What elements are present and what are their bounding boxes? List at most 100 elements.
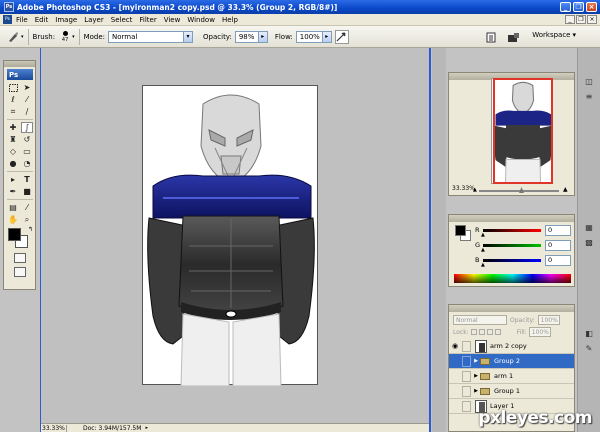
lock-position-icon[interactable] <box>486 329 493 335</box>
tool-preset-dropdown-icon[interactable]: ▾ <box>21 34 24 40</box>
doc-close-button[interactable]: × <box>587 15 597 24</box>
foreground-color-swatch[interactable] <box>8 228 21 241</box>
layer-link-box[interactable] <box>462 385 471 397</box>
doc-restore-button[interactable]: ❐ <box>576 15 586 24</box>
gradient-tool-icon[interactable]: ▭ <box>21 146 33 157</box>
brush-picker[interactable]: 47 <box>58 29 72 45</box>
history-brush-tool-icon[interactable]: ↺ <box>21 134 33 145</box>
brush-tool-preset-icon[interactable] <box>6 30 20 44</box>
workspace-button[interactable]: Workspace ▾ <box>532 31 576 39</box>
document-icon[interactable]: Ps <box>3 15 12 24</box>
eye-icon[interactable]: ◉ <box>449 342 461 350</box>
expand-triangle-icon[interactable]: ▶ <box>472 388 480 394</box>
close-button[interactable]: × <box>586 2 597 12</box>
navigator-tab-icon[interactable]: ◫ <box>583 76 596 87</box>
document-canvas[interactable] <box>142 85 318 387</box>
channels-tab-icon[interactable]: ◧ <box>583 328 596 339</box>
color-panel-foreground-swatch[interactable] <box>455 225 466 236</box>
opacity-field[interactable]: 98% ▸ <box>234 30 268 43</box>
layer-row-group-1[interactable]: ▶ Group 1 <box>449 384 574 399</box>
zoom-out-icon[interactable]: ▲ <box>473 187 477 193</box>
brush-tool-icon[interactable]: ∫ <box>21 122 33 133</box>
blur-tool-icon[interactable]: ● <box>7 158 19 169</box>
red-channel-value[interactable]: 0 <box>545 224 571 236</box>
menu-filter[interactable]: Filter <box>139 16 156 24</box>
type-tool-icon[interactable]: T <box>21 174 33 185</box>
expand-triangle-icon[interactable]: ▶ <box>472 373 480 379</box>
history-tab-icon[interactable]: ≡ <box>583 91 596 102</box>
blue-channel-value[interactable]: 0 <box>545 254 571 266</box>
layer-row-group-2[interactable]: ▶ Group 2 <box>449 354 574 369</box>
status-menu-icon[interactable]: ▸ <box>145 425 148 431</box>
swap-colors-icon[interactable]: ↰ <box>28 226 33 233</box>
fill-value[interactable]: 100% <box>528 327 551 337</box>
menu-view[interactable]: View <box>164 16 181 24</box>
screen-mode-icon[interactable] <box>13 267 26 277</box>
menu-select[interactable]: Select <box>111 16 133 24</box>
blend-mode-select[interactable]: Normal <box>453 315 507 325</box>
hand-tool-icon[interactable]: ✋ <box>7 214 19 225</box>
styles-tab-icon[interactable]: ▩ <box>583 237 596 248</box>
green-channel-slider[interactable]: ▲ <box>481 243 541 253</box>
maximize-button[interactable]: ❐ <box>573 2 584 12</box>
slider-thumb-icon[interactable]: ▲ <box>481 232 485 238</box>
shape-tool-icon[interactable]: ■ <box>21 186 33 197</box>
zoom-slider-track[interactable] <box>479 190 559 192</box>
navigator-zoom-value[interactable]: 33.33% <box>452 185 475 192</box>
green-channel-value[interactable]: 0 <box>545 239 571 251</box>
swatches-tab-icon[interactable]: ▦ <box>583 222 596 233</box>
clone-stamp-tool-icon[interactable]: ♜ <box>7 134 19 145</box>
dodge-tool-icon[interactable]: ◔ <box>21 158 33 169</box>
lasso-tool-icon[interactable]: ℓ <box>7 94 19 105</box>
layers-panel-header[interactable] <box>449 305 574 312</box>
layer-opacity-value[interactable]: 100% <box>537 315 560 325</box>
menu-layer[interactable]: Layer <box>84 16 104 24</box>
pen-tool-icon[interactable]: ✒ <box>7 186 19 197</box>
slider-thumb-icon[interactable]: ▲ <box>481 262 485 268</box>
marquee-tool-icon[interactable] <box>7 82 19 93</box>
photoshop-logo[interactable]: Ps <box>7 69 33 80</box>
bridge-icon[interactable] <box>506 30 520 44</box>
flow-field[interactable]: 100% ▸ <box>295 30 332 43</box>
slider-thumb-icon[interactable]: ▲ <box>481 247 485 253</box>
layer-link-box[interactable] <box>462 370 471 382</box>
red-channel-slider[interactable]: ▲ <box>481 228 541 238</box>
menu-window[interactable]: Window <box>187 16 215 24</box>
eyedropper-tool-icon[interactable]: ⁄ <box>21 202 33 213</box>
palette-well-icon[interactable] <box>484 30 498 44</box>
status-zoom[interactable]: 33.33% <box>41 424 67 432</box>
lock-all-icon[interactable] <box>494 329 501 335</box>
layer-row-arm-2-copy[interactable]: ◉ arm 2 copy <box>449 339 574 354</box>
healing-brush-tool-icon[interactable]: ✚ <box>7 122 19 133</box>
notes-tool-icon[interactable]: ▤ <box>7 202 19 213</box>
color-spectrum-ramp[interactable] <box>454 274 571 283</box>
menu-file[interactable]: File <box>16 16 28 24</box>
color-panel-header[interactable] <box>449 215 574 222</box>
quick-mask-icon[interactable] <box>13 253 26 263</box>
zoom-in-icon[interactable]: ▲ <box>563 186 568 193</box>
airbrush-toggle-icon[interactable] <box>334 29 349 44</box>
brush-dropdown-icon[interactable]: ▾ <box>72 34 75 40</box>
mode-select[interactable]: Normal ▾ <box>108 30 194 43</box>
layer-link-box[interactable] <box>462 340 471 352</box>
menu-edit[interactable]: Edit <box>35 16 49 24</box>
path-selection-tool-icon[interactable]: ▸ <box>7 174 19 185</box>
menu-help[interactable]: Help <box>222 16 238 24</box>
zoom-tool-icon[interactable]: ⌕ <box>21 214 33 225</box>
blue-channel-slider[interactable]: ▲ <box>481 258 541 268</box>
move-tool-icon[interactable]: ➤ <box>21 82 33 93</box>
paths-tab-icon[interactable]: ✎ <box>583 343 596 354</box>
slice-tool-icon[interactable]: ∕ <box>21 106 33 117</box>
navigator-view-box[interactable] <box>493 78 553 184</box>
layer-link-box[interactable] <box>462 355 471 367</box>
menu-image[interactable]: Image <box>55 16 77 24</box>
lock-transparency-icon[interactable] <box>470 329 477 335</box>
toolbox-header[interactable] <box>4 61 35 67</box>
expand-triangle-icon[interactable]: ▶ <box>472 358 480 364</box>
crop-tool-icon[interactable]: ⌗ <box>7 106 19 117</box>
magic-wand-tool-icon[interactable]: ⁄ <box>21 94 33 105</box>
eraser-tool-icon[interactable]: ◇ <box>7 146 19 157</box>
layer-row-arm-1[interactable]: ▶ arm 1 <box>449 369 574 384</box>
doc-minimize-button[interactable]: _ <box>565 15 575 24</box>
minimize-button[interactable]: _ <box>560 2 571 12</box>
